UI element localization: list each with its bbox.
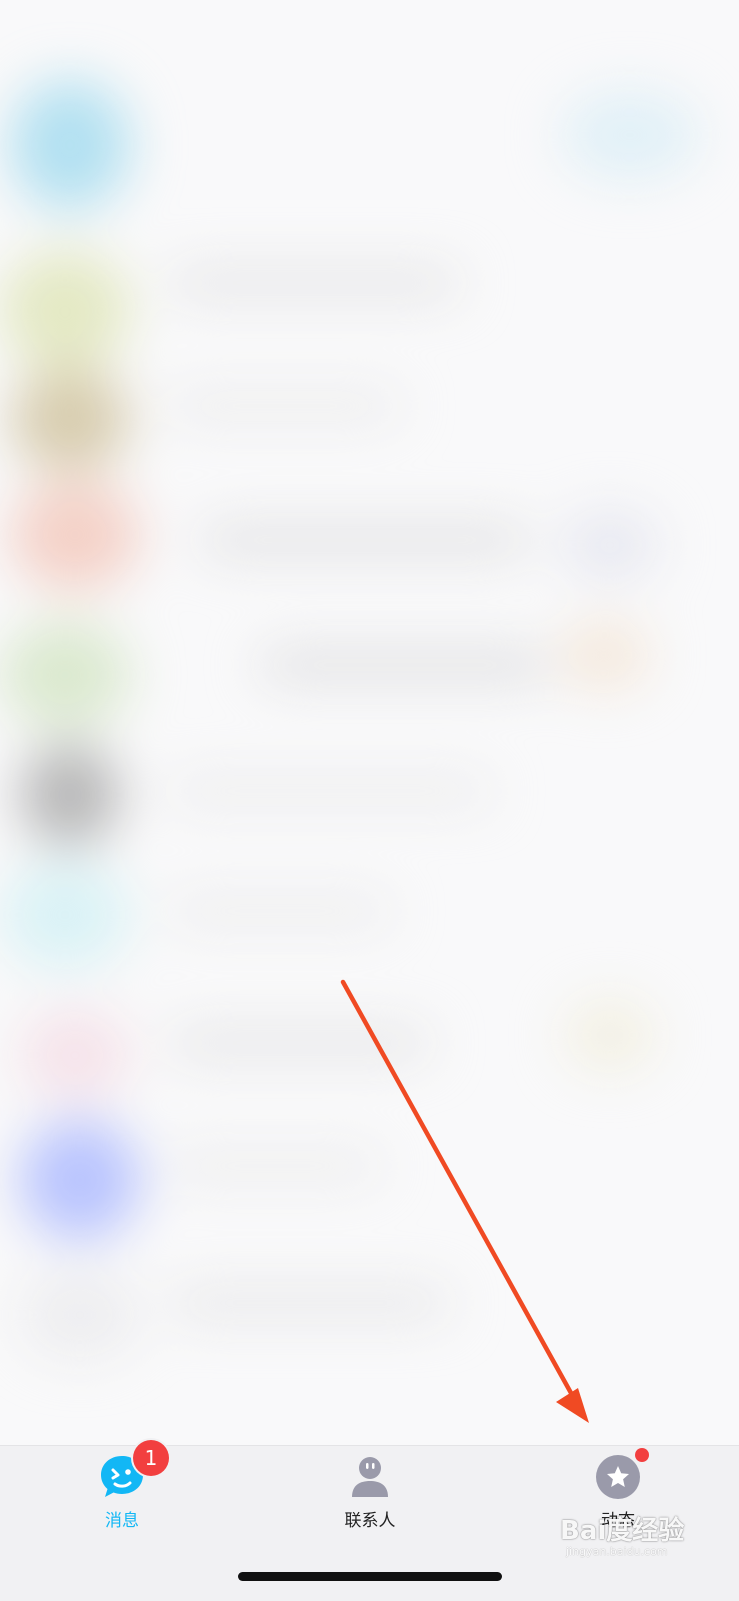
side-blur xyxy=(560,620,650,690)
avatar-blur xyxy=(10,80,130,210)
text-blur xyxy=(170,270,460,296)
notification-dot xyxy=(635,1448,649,1462)
tab-messages[interactable]: 1 消息 xyxy=(52,1440,192,1556)
avatar-blur xyxy=(10,370,130,470)
home-indicator[interactable] xyxy=(238,1572,502,1581)
avatar-blur xyxy=(20,745,120,845)
avatar-blur xyxy=(0,620,130,730)
chat-bubble-icon: 1 xyxy=(99,1440,169,1500)
text-blur xyxy=(170,1030,430,1056)
watermark-logo-text: Bai度经验 xyxy=(560,1516,685,1546)
watermark-url: jingyan.baidu.com xyxy=(566,1545,668,1558)
baidu-jingyan-watermark: Bai度经验 jingyan.baidu.com xyxy=(560,1508,735,1568)
blurred-message-list xyxy=(0,0,739,1445)
unread-badge: 1 xyxy=(133,1440,169,1476)
avatar-blur xyxy=(20,1010,130,1100)
text-blur xyxy=(200,525,530,555)
tab-contacts-label: 联系人 xyxy=(344,1511,396,1531)
avatar-blur xyxy=(0,250,130,370)
text-blur xyxy=(170,395,400,417)
text-blur xyxy=(170,780,490,802)
side-blur xyxy=(560,90,700,180)
side-blur xyxy=(560,510,660,580)
avatar-blur xyxy=(10,480,140,590)
avatar-blur xyxy=(20,1120,140,1240)
avatar-blur xyxy=(0,860,130,970)
text-blur xyxy=(170,1290,450,1316)
text-blur xyxy=(170,900,390,922)
side-blur xyxy=(565,1000,655,1070)
tab-contacts[interactable]: 联系人 xyxy=(300,1446,440,1556)
star-icon xyxy=(595,1448,649,1500)
avatar-blur xyxy=(20,1270,140,1360)
text-blur xyxy=(260,650,550,680)
contacts-person-icon xyxy=(347,1454,393,1500)
text-blur xyxy=(170,1155,380,1177)
tab-messages-label: 消息 xyxy=(105,1511,139,1531)
blurred-background xyxy=(0,0,739,1445)
